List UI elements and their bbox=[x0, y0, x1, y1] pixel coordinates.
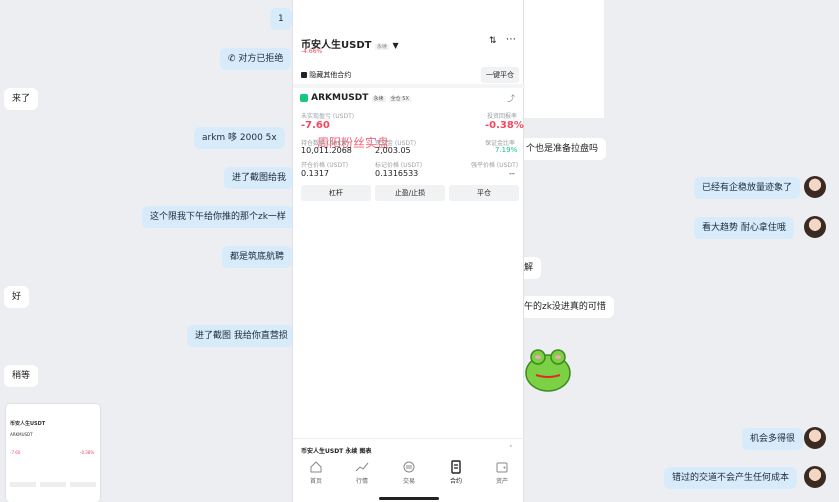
screenshot-thumbnail[interactable]: 币安人生USDT ARKMUSDT -7.60 -0.38% bbox=[6, 404, 100, 502]
more-icon[interactable]: ⋯ bbox=[506, 34, 516, 45]
liq-value: -- bbox=[509, 169, 515, 178]
position-header[interactable]: ARKMUSDT 永续 全仓 5X bbox=[300, 93, 411, 103]
hide-other-checkbox[interactable]: 隐藏其他合约 bbox=[301, 70, 351, 80]
chat-message[interactable]: 机会多得很 bbox=[742, 428, 804, 450]
avatar[interactable] bbox=[804, 427, 826, 449]
wallet-icon bbox=[496, 462, 508, 473]
leverage-button[interactable]: 杠杆 bbox=[301, 185, 371, 201]
mark-label: 标记价格 (USDT) bbox=[375, 162, 423, 169]
chat-message[interactable]: 看大趋势 耐心拿住哦 bbox=[694, 217, 794, 239]
perp-tag: 永续 bbox=[371, 96, 386, 102]
hide-other-label: 隐藏其他合约 bbox=[309, 71, 352, 79]
ratio-value: 7.19% bbox=[495, 146, 518, 154]
frog-sticker-icon[interactable] bbox=[524, 345, 574, 393]
price-change: -4.66% bbox=[301, 48, 323, 55]
nav-trade[interactable]: 交易 bbox=[394, 460, 424, 485]
position-symbol: ARKMUSDT bbox=[311, 93, 369, 103]
checkbox-icon bbox=[301, 72, 307, 78]
chart-toggle-icon[interactable]: ⇅ bbox=[489, 36, 497, 46]
home-indicator bbox=[379, 497, 439, 500]
thumb-title: 币安人生USDT bbox=[10, 421, 46, 427]
chevron-down-icon: ▼ bbox=[392, 41, 399, 50]
chat-message[interactable]: arkm 哆 2000 5x bbox=[194, 127, 285, 149]
liq-label: 强平价格 (USDT) bbox=[471, 162, 519, 169]
thumb-symbol: ARKMUSDT bbox=[10, 432, 33, 437]
exchange-icon bbox=[403, 461, 415, 473]
pnl-label: 未实现盈亏 (USDT) bbox=[301, 113, 355, 120]
chat-message[interactable]: 都是筑底航聘 bbox=[222, 246, 293, 268]
chart-line-icon bbox=[355, 462, 369, 472]
phone-icon: ✆ bbox=[228, 54, 239, 64]
chat-message[interactable]: 午的zk没进真的可惜 bbox=[520, 296, 614, 318]
chat-message[interactable]: 好 bbox=[4, 286, 30, 308]
entry-value: 0.1317 bbox=[301, 169, 329, 178]
chart-footer-label[interactable]: 币安人生USDT 永续 图表 bbox=[301, 446, 371, 455]
chat-message[interactable]: 已经有企稳放量迹象了 bbox=[694, 177, 801, 199]
nav-label: 资产 bbox=[495, 478, 508, 485]
avatar[interactable] bbox=[804, 466, 826, 488]
nav-markets[interactable]: 行情 bbox=[347, 460, 377, 485]
chat-message[interactable]: 稍等 bbox=[4, 365, 39, 387]
thumb-roe: -0.38% bbox=[80, 450, 95, 455]
avatar[interactable] bbox=[804, 216, 826, 238]
chat-message[interactable]: 进了截图给我 bbox=[224, 167, 295, 189]
size-value: 10,011.2068 bbox=[301, 146, 352, 155]
entry-label: 开仓价格 (USDT) bbox=[301, 162, 349, 169]
nav-label: 行情 bbox=[355, 478, 368, 485]
share-icon[interactable]: ⤴ bbox=[507, 93, 515, 104]
nav-label: 首页 bbox=[309, 478, 322, 485]
chat-message[interactable]: 1 bbox=[270, 8, 292, 30]
chat-message[interactable]: 进了截图 我给你直营损 bbox=[187, 325, 296, 347]
roe-label: 投资回报率 bbox=[487, 113, 518, 120]
coin-icon bbox=[300, 93, 308, 102]
chat-message[interactable]: 错过的交道不会产生任何成本 bbox=[664, 467, 798, 489]
thumb-pnl: -7.60 bbox=[10, 450, 21, 455]
phone-screenshot[interactable]: 币安人生USDT 永续 ▼ -4.66% ⇅ ⋯ 隐藏其他合约 一键平仓 ARK… bbox=[292, 0, 525, 502]
chart-panel-fragment bbox=[524, 0, 604, 118]
call-rejected-label: 对方已拒绝 bbox=[238, 54, 284, 64]
chat-message[interactable]: 来了 bbox=[4, 88, 39, 110]
chat-message[interactable]: 这个限我下午给你推的那个zk一样 bbox=[142, 206, 294, 228]
close-all-button[interactable]: 一键平仓 bbox=[481, 67, 519, 83]
futures-icon bbox=[451, 460, 461, 474]
margin-value: 2,003.05 bbox=[375, 146, 411, 155]
mark-value: 0.1316533 bbox=[375, 169, 419, 178]
chevron-up-icon[interactable]: ˆ bbox=[509, 445, 513, 453]
nav-futures[interactable]: 合约 bbox=[441, 460, 471, 485]
home-icon bbox=[310, 461, 322, 473]
avatar[interactable] bbox=[804, 176, 826, 198]
pnl-value: -7.60 bbox=[301, 120, 330, 131]
tpsl-button[interactable]: 止盈/止损 bbox=[375, 185, 445, 201]
nav-label: 交易 bbox=[402, 478, 415, 485]
chat-message[interactable]: 个也是准备拉盘吗 bbox=[520, 138, 607, 160]
roe-value: -0.38% bbox=[485, 120, 524, 131]
call-rejected-message[interactable]: ✆ 对方已拒绝 bbox=[220, 48, 292, 70]
nav-label: 合约 bbox=[449, 478, 462, 485]
nav-home[interactable]: 首页 bbox=[301, 460, 331, 485]
close-position-button[interactable]: 平仓 bbox=[449, 185, 519, 201]
title-tag: 永续 bbox=[374, 44, 389, 50]
margin-tag: 全仓 5X bbox=[388, 96, 411, 102]
nav-assets[interactable]: 资产 bbox=[487, 460, 517, 485]
